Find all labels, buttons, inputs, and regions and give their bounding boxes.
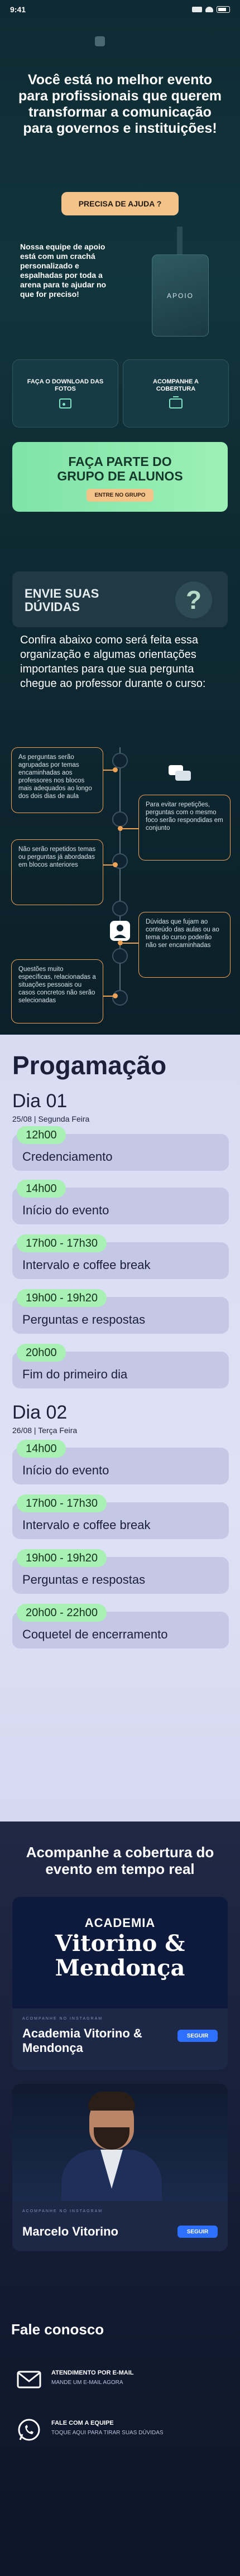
schedule-title: Progamação	[12, 1051, 167, 1080]
hero-title: Você está no melhor evento para profissi…	[18, 72, 222, 136]
status-bar: 9:41	[0, 0, 240, 19]
battery-icon	[217, 6, 230, 13]
chat-bubbles-icon	[167, 764, 192, 786]
student-group-card[interactable]: FAÇA PARTE DO GRUPO DE ALUNOS ENTRE NO G…	[12, 442, 228, 512]
schedule-label: Fim do primeiro dia	[22, 1367, 128, 1381]
email-contact[interactable]: ATENDIMENTO POR E-MAIL MANDE UM E-MAIL A…	[17, 2363, 229, 2396]
day-title: Dia 01	[12, 1090, 68, 1112]
schedule-label: Perguntas e respostas	[22, 1313, 146, 1327]
mail-icon	[17, 2367, 41, 2392]
schedule-label: Perguntas e respostas	[22, 1573, 146, 1587]
schedule-time: 19h00 - 19h20	[17, 1289, 107, 1307]
schedule-time: 19h00 - 19h20	[17, 1549, 107, 1567]
join-group-button[interactable]: ENTRE NO GRUPO	[87, 489, 153, 502]
schedule-label: Intervalo e coffee break	[22, 1258, 151, 1272]
schedule-time: 17h00 - 17h30	[17, 1234, 107, 1252]
academia-logo-image: ACADEMIA Vitorino & Mendonça	[12, 1897, 228, 2008]
email-contact-title: ATENDIMENTO POR E-MAIL	[51, 2370, 134, 2376]
schedule-time: 17h00 - 17h30	[17, 1494, 107, 1512]
schedule-label: Coquetel de encerramento	[22, 1627, 168, 1641]
profile-card-marcelo: ACOMPANHE NO INSTAGRAM Marcelo Vitorino …	[12, 2084, 228, 2251]
timeline-line	[119, 747, 121, 1003]
brand-logo	[95, 35, 148, 48]
help-button[interactable]: PRECISA DE AJUDA ?	[61, 192, 179, 215]
instagram-caption: ACOMPANHE NO INSTAGRAM	[22, 2209, 103, 2213]
tip-connector	[123, 943, 138, 944]
schedule-label: Início do evento	[22, 1203, 109, 1217]
follow-coverage-card[interactable]: ACOMPANHE A COBERTURA	[123, 359, 229, 427]
schedule-time: 14h00	[17, 1440, 66, 1458]
wifi-icon	[205, 7, 213, 12]
doubts-title: ENVIE SUAS DÚVIDAS	[25, 587, 99, 614]
download-photos-label: FAÇA O DOWNLOAD DAS FOTOS	[27, 378, 104, 392]
follow-button[interactable]: SEGUIR	[177, 2226, 218, 2238]
tip-dot	[113, 767, 118, 772]
tip-card: As perguntas serão agrupadas por temas e…	[11, 747, 103, 813]
photo-hair	[88, 2092, 135, 2111]
doubts-header-card: ENVIE SUAS DÚVIDAS ?	[12, 571, 228, 627]
tip-connector	[123, 828, 138, 829]
group-title: FAÇA PARTE DO GRUPO DE ALUNOS	[57, 454, 183, 483]
clock: 9:41	[10, 5, 26, 14]
email-contact-subtitle: MANDE UM E-MAIL AGORA	[51, 2380, 123, 2386]
whatsapp-contact-title: FALE COM A EQUIPE	[51, 2420, 114, 2426]
schedule-time: 12h00	[17, 1126, 66, 1144]
doubts-intro: Confira abaixo como será feita essa orga…	[20, 634, 206, 690]
hero-section: Você está no melhor evento para profissi…	[0, 19, 240, 549]
schedule-label: Intervalo e coffee break	[22, 1518, 151, 1532]
badge-description: Nossa equipe de apoio está com um crachá…	[20, 242, 107, 299]
tip-dot	[113, 862, 118, 867]
profile-card-academia: ACADEMIA Vitorino & Mendonça ACOMPANHE N…	[12, 1897, 228, 2070]
download-photos-card[interactable]: FAÇA O DOWNLOAD DAS FOTOS	[12, 359, 118, 427]
whatsapp-contact[interactable]: FALE COM A EQUIPE TOQUE AQUI PARA TIRAR …	[17, 2413, 229, 2447]
follow-button[interactable]: SEGUIR	[177, 2030, 218, 2042]
instagram-caption: ACOMPANHE NO INSTAGRAM	[22, 2017, 103, 2021]
tip-card: Dúvidas que fujam ao conteúdo das aulas …	[138, 912, 231, 978]
follow-coverage-label: ACOMPANHE A COBERTURA	[153, 378, 199, 392]
tip-dot	[118, 940, 123, 945]
question-mark-icon: ?	[175, 581, 212, 618]
schedule-section: Progamação Dia 01 25/08 | Segunda Feira …	[0, 1035, 240, 1822]
schedule-label: Início do evento	[22, 1463, 109, 1477]
tip-dot	[118, 826, 123, 831]
schedule-time: 20h00 - 22h00	[17, 1604, 107, 1622]
timeline-node	[112, 901, 128, 916]
profile-name: Academia Vitorino & Mendonça	[22, 2026, 142, 2055]
tip-card: Para evitar repetições, perguntas com o …	[138, 795, 231, 861]
profile-photo	[12, 2084, 228, 2201]
photo-icon	[59, 398, 71, 408]
whatsapp-icon	[17, 2418, 41, 2442]
tv-icon	[169, 396, 183, 408]
tip-dot	[113, 993, 118, 998]
logo-icon	[95, 36, 105, 46]
schedule-time: 20h00	[17, 1344, 66, 1362]
badge-illustration: APOIO	[146, 227, 213, 341]
tip-card: Questões muito específicas, relacionadas…	[11, 959, 103, 1023]
schedule-label: Credenciamento	[22, 1150, 113, 1164]
contact-section: Fale conosco ATENDIMENTO POR E-MAIL MAND…	[0, 2310, 240, 2576]
follow-section: Acompanhe a cobertura do evento em tempo…	[0, 1822, 240, 2310]
timeline-node	[112, 948, 128, 964]
day-date: 26/08 | Terça Feira	[12, 1426, 78, 1435]
signal-icon	[192, 7, 202, 12]
badge-card: APOIO	[152, 254, 209, 337]
status-icons	[192, 6, 230, 13]
tip-card: Não serão repetidos temas ou perguntas j…	[11, 839, 103, 905]
day-title: Dia 02	[12, 1402, 68, 1423]
timeline-node	[112, 753, 128, 768]
contact-title: Fale conosco	[11, 2321, 104, 2338]
profile-name: Marcelo Vitorino	[22, 2224, 118, 2238]
schedule-time: 14h00	[17, 1180, 66, 1198]
follow-title: Acompanhe a cobertura do evento em tempo…	[26, 1844, 214, 1877]
doubts-section: ENVIE SUAS DÚVIDAS ? Confira abaixo como…	[0, 549, 240, 1035]
timeline-node	[112, 811, 128, 827]
whatsapp-contact-subtitle: TOQUE AQUI PARA TIRAR SUAS DÚVIDAS	[51, 2430, 164, 2436]
day-date: 25/08 | Segunda Feira	[12, 1114, 90, 1123]
academia-name-logo: Vitorino & Mendonça	[55, 1930, 185, 1981]
academia-label: ACADEMIA	[84, 1916, 156, 1930]
